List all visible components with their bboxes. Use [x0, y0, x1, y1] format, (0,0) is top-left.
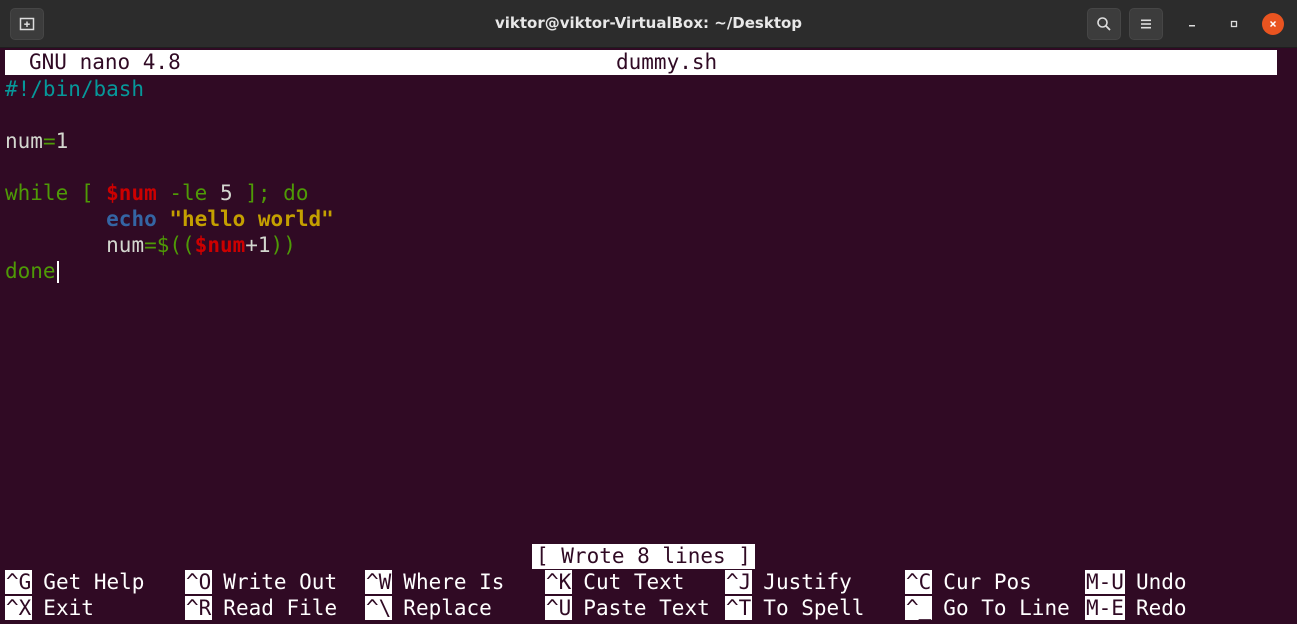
search-button[interactable] — [1087, 8, 1121, 40]
code-line-5: while [ $num -le 5 ]; do — [5, 180, 308, 206]
nano-header-bar: GNU nano 4.8 dummy.sh — [5, 50, 1277, 75]
hamburger-menu-icon — [1141, 19, 1151, 29]
assign-op: = — [42, 129, 56, 153]
nano-version: GNU nano 4.8 — [29, 50, 181, 74]
shortcut-go-to-line[interactable]: ^_ Go To Line — [905, 595, 1070, 621]
var-name: num — [106, 233, 145, 257]
shortcut-key: ^X — [5, 596, 33, 620]
shortcut-key: ^\ — [365, 596, 393, 620]
shortcut-where-is[interactable]: ^W Where Is — [365, 569, 504, 595]
text-cursor — [56, 261, 59, 283]
keyword-done: done — [5, 259, 56, 283]
shortcut-undo[interactable]: M-U Undo — [1085, 569, 1187, 595]
shortcut-key: ^K — [545, 570, 573, 594]
shortcut-label: Read File — [223, 596, 338, 620]
maximize-button[interactable] — [1223, 13, 1245, 35]
shortcut-key: ^W — [365, 570, 393, 594]
shortcut-label: Cut Text — [583, 570, 685, 594]
maximize-icon — [1230, 20, 1238, 28]
shortcut-write-out[interactable]: ^O Write Out — [185, 569, 337, 595]
close-icon — [1269, 20, 1277, 28]
shortcut-label: Cur Pos — [943, 570, 1032, 594]
close-button[interactable] — [1262, 13, 1284, 35]
shortcut-key: ^O — [185, 570, 213, 594]
code-line-1: #!/bin/bash — [5, 76, 144, 102]
shortcut-label: Exit — [43, 596, 94, 620]
arith-plus: +1 — [245, 233, 271, 257]
shortcut-key: ^U — [545, 596, 573, 620]
var-ref: $num — [194, 233, 246, 257]
shortcut-label: Redo — [1135, 596, 1187, 620]
shortcut-label: Go To Line — [943, 596, 1070, 620]
number-literal: 5 — [219, 181, 233, 205]
code-line-8: done — [5, 258, 59, 284]
shortcut-key: M-U — [1085, 570, 1125, 594]
shortcut-key: ^J — [725, 570, 753, 594]
terminal-area[interactable]: GNU nano 4.8 dummy.sh #!/bin/bash num=1 … — [0, 48, 1297, 624]
new-tab-icon — [19, 17, 35, 31]
menu-button[interactable] — [1129, 8, 1163, 40]
shortcut-paste-text[interactable]: ^U Paste Text — [545, 595, 710, 621]
shortcut-label: Undo — [1135, 570, 1187, 594]
shortcut-cut-text[interactable]: ^K Cut Text — [545, 569, 684, 595]
var-name: num — [5, 129, 43, 153]
new-tab-button[interactable] — [10, 8, 44, 40]
shortcut-bar: ^G Get Help ^O Write Out ^W Where Is ^K Cut … — [5, 569, 1277, 621]
code-line-6: echo "hello world" — [5, 206, 334, 232]
shortcut-label: Paste Text — [583, 596, 710, 620]
shortcut-key: ^C — [905, 570, 933, 594]
search-icon — [1097, 17, 1111, 31]
shortcut-replace[interactable]: ^\ Replace — [365, 595, 492, 621]
code-line-7: num=$(($num+1)) — [5, 232, 296, 258]
shortcut-redo[interactable]: M-E Redo — [1085, 595, 1187, 621]
minimize-button[interactable] — [1181, 13, 1203, 35]
shebang: #!/bin/bash — [5, 77, 145, 101]
status-message: [ Wrote 8 lines ] — [532, 544, 755, 569]
shortcut-get-help[interactable]: ^G Get Help — [5, 569, 144, 595]
shortcut-key: ^R — [185, 596, 213, 620]
var-ref: $num — [106, 181, 157, 205]
shortcut-key: ^T — [725, 596, 753, 620]
shortcut-read-file[interactable]: ^R Read File — [185, 595, 337, 621]
bracket-open: [ — [68, 181, 107, 205]
string-literal: "hello world" — [169, 207, 334, 231]
shortcut-cur-pos[interactable]: ^C Cur Pos — [905, 569, 1032, 595]
arith-open: =$(( — [144, 233, 195, 257]
bracket-close-do: ]; do — [232, 181, 309, 205]
shortcut-key: ^_ — [905, 596, 933, 620]
number-literal: 1 — [55, 129, 69, 153]
shortcut-exit[interactable]: ^X Exit — [5, 595, 94, 621]
shortcut-key: ^G — [5, 570, 33, 594]
shortcut-label: Justify — [763, 570, 852, 594]
shortcut-to-spell[interactable]: ^T To Spell — [725, 595, 864, 621]
minimize-icon — [1189, 25, 1195, 27]
editor-buffer[interactable]: #!/bin/bash num=1 while [ $num -le 5 ]; … — [5, 76, 1277, 536]
code-line-3: num=1 — [5, 128, 68, 154]
shortcut-label: To Spell — [763, 596, 865, 620]
nano-filename: dummy.sh — [616, 50, 718, 74]
shortcut-label: Write Out — [223, 570, 338, 594]
shortcut-justify[interactable]: ^J Justify — [725, 569, 852, 595]
keyword-while: while — [5, 181, 69, 205]
shortcut-label: Replace — [403, 596, 492, 620]
test-op: -le — [156, 181, 220, 205]
shortcut-label: Get Help — [43, 570, 145, 594]
shortcut-key: M-E — [1085, 596, 1125, 620]
shortcut-label: Where Is — [403, 570, 505, 594]
window-titlebar: viktor@viktor-VirtualBox: ~/Desktop — [0, 0, 1297, 48]
echo-command: echo — [106, 207, 157, 231]
arith-close: )) — [270, 233, 296, 257]
